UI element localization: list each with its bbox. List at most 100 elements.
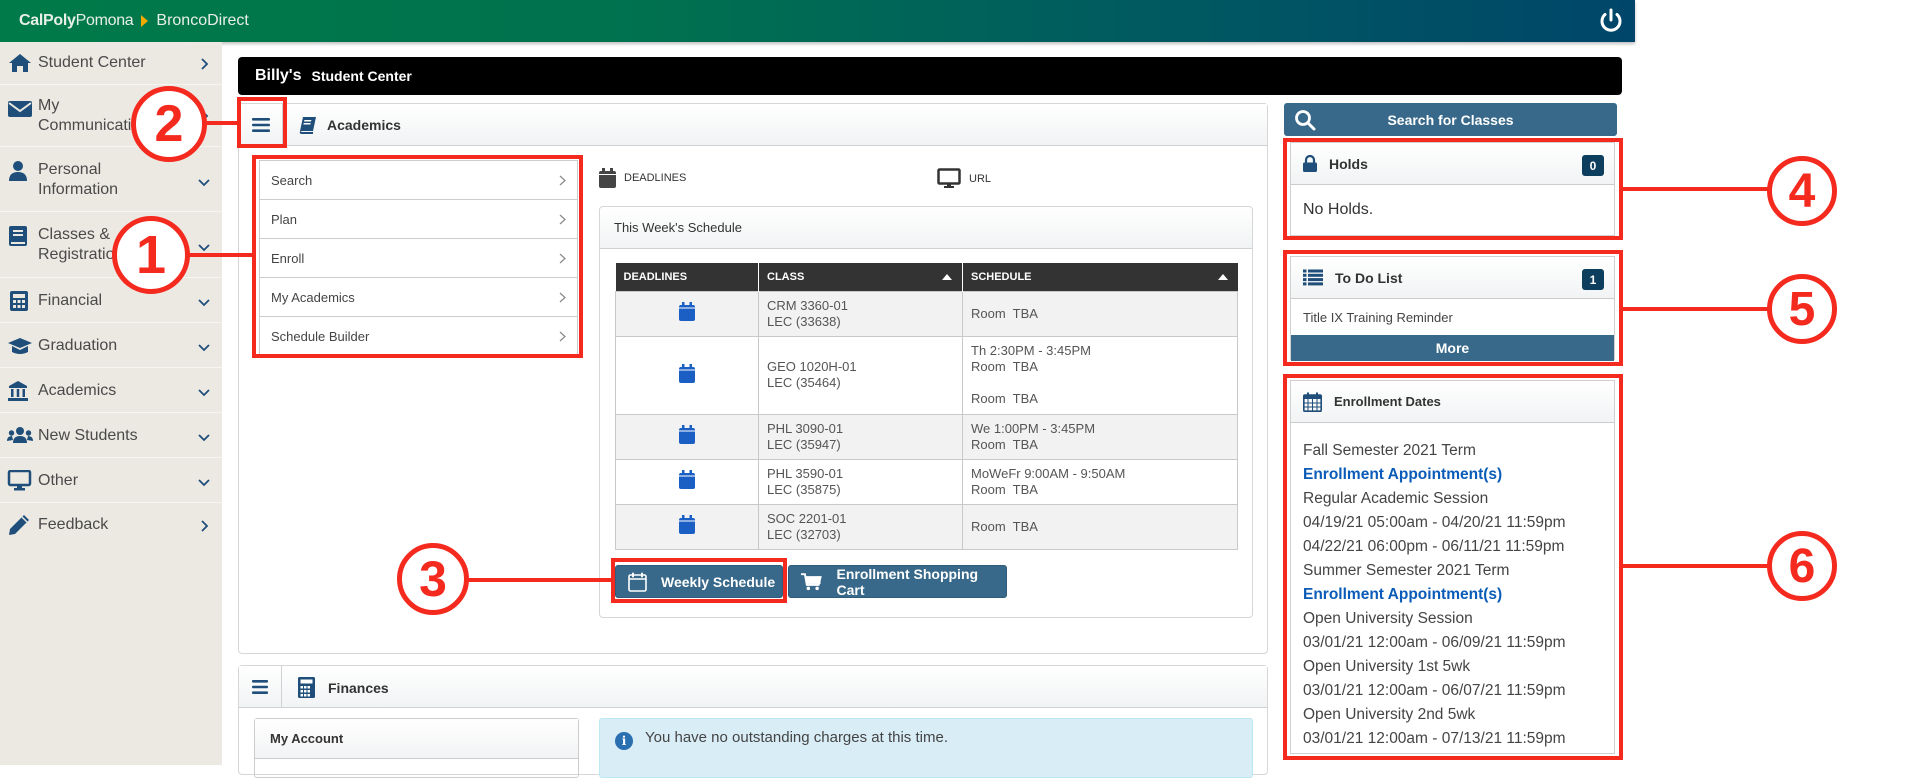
users-icon xyxy=(7,427,33,443)
schedule-cell: Room TBA xyxy=(962,290,1238,337)
menu-item-plan[interactable]: Plan xyxy=(260,200,577,239)
brand-logo[interactable]: CalPolyPomona BroncoDirect xyxy=(19,12,249,30)
chevron-down-icon xyxy=(198,389,210,397)
academics-title: Academics xyxy=(327,117,401,133)
todo-more-button[interactable]: More xyxy=(1291,335,1614,361)
sidebar-item-classes-registration[interactable]: Classes & Registration xyxy=(0,213,222,278)
desktop-icon xyxy=(937,168,961,188)
calendar-outline-icon xyxy=(628,572,647,592)
sidebar-item-financial[interactable]: Financial xyxy=(0,279,222,323)
url-link[interactable]: URL xyxy=(937,168,991,189)
enrollment-date-line: Regular Academic Session xyxy=(1303,490,1489,507)
enrollment-appointments-link[interactable]: Enrollment Appointment(s) xyxy=(1303,463,1602,487)
academics-menu-toggle[interactable] xyxy=(239,104,283,146)
chevron-down-icon xyxy=(198,434,210,442)
deadline-cell[interactable] xyxy=(615,290,759,337)
class-cell: CRM 3360-01 LEC (33638) xyxy=(758,290,963,337)
menu-item-label: My Academics xyxy=(271,289,355,305)
menu-item-my-academics[interactable]: My Academics xyxy=(260,278,577,317)
finances-title: Finances xyxy=(328,680,389,696)
schedule-line: Room TBA xyxy=(971,436,1038,452)
sidebar-item-label: Graduation xyxy=(38,337,118,354)
enrollment-date-line: Open University 1st 5wk xyxy=(1303,658,1471,675)
annotation-line-4 xyxy=(1621,187,1771,191)
holds-count-badge: 0 xyxy=(1582,155,1604,176)
enrollment-date-line: 04/19/21 05:00am - 04/20/21 11:59pm xyxy=(1303,514,1566,531)
deadline-cell[interactable] xyxy=(615,335,759,415)
search-for-classes-button[interactable]: Search for Classes xyxy=(1284,103,1617,136)
deadlines-link[interactable]: DEADLINES xyxy=(599,168,686,188)
student-name: Billy's xyxy=(255,67,302,84)
weekly-schedule-button[interactable]: Weekly Schedule xyxy=(615,565,783,598)
sidebar-item-other[interactable]: Other xyxy=(0,459,222,503)
university-icon xyxy=(8,381,28,401)
sort-asc-icon[interactable] xyxy=(942,274,952,280)
class-component: LEC (35875) xyxy=(767,481,841,497)
schedule-row: CRM 3360-01 LEC (33638) Room TBA xyxy=(615,290,1238,337)
sidebar-item-my-communications[interactable]: My Communications xyxy=(0,86,222,147)
schedule-cell: Th 2:30PM - 3:45PM Room TBA Room TBA xyxy=(962,335,1238,415)
sidebar-item-graduation[interactable]: Graduation xyxy=(0,324,222,368)
chevron-right-icon xyxy=(201,58,209,70)
class-cell: SOC 2201-01 LEC (32703) xyxy=(758,503,963,550)
enrollment-date-line: Fall Semester 2021 Term xyxy=(1303,442,1476,459)
annotation-marker-6: 6 xyxy=(1767,531,1837,601)
schedule-line: Room TBA xyxy=(971,305,1038,321)
col-class[interactable]: CLASS xyxy=(758,263,963,291)
schedule-row: PHL 3590-01 LEC (35875) MoWeFr 9:00AM - 9:… xyxy=(615,458,1238,505)
breadcrumb-arrow-icon xyxy=(141,15,149,27)
calendar-icon[interactable] xyxy=(679,302,695,321)
deadline-cell[interactable] xyxy=(615,413,759,460)
schedule-line xyxy=(971,375,975,390)
shopping-cart-icon xyxy=(801,572,822,590)
academics-menu: Search Plan Enroll My Academics Schedule… xyxy=(259,160,578,357)
annotation-line-5 xyxy=(1621,307,1771,311)
class-cell: PHL 3590-01 LEC (35875) xyxy=(758,458,963,505)
sidebar-item-personal-information[interactable]: Personal Information xyxy=(0,148,222,212)
sidebar-item-label: Classes & Registration xyxy=(38,226,124,263)
enrollment-date-line: Summer Semester 2021 Term xyxy=(1303,562,1510,579)
power-icon[interactable] xyxy=(1597,7,1625,35)
my-account-header[interactable]: My Account xyxy=(255,719,578,759)
sidebar-item-academics[interactable]: Academics xyxy=(0,369,222,413)
deadline-cell[interactable] xyxy=(615,458,759,505)
col-deadlines: DEADLINES xyxy=(615,263,759,291)
sidebar-item-label: My Communications xyxy=(38,97,158,134)
col-schedule[interactable]: SCHEDULE xyxy=(962,263,1238,291)
calculator-icon xyxy=(10,291,28,311)
enrollment-shopping-cart-button[interactable]: Enrollment Shopping Cart xyxy=(788,565,1007,598)
schedule-line: MoWeFr 9:00AM - 9:50AM xyxy=(971,465,1126,481)
finances-menu-toggle[interactable] xyxy=(239,666,282,708)
graduation-cap-icon xyxy=(8,338,32,354)
sidebar-item-feedback[interactable]: Feedback xyxy=(0,504,222,548)
enrollment-date-line: 03/01/21 12:00am - 06/07/21 11:59pm xyxy=(1303,682,1566,699)
sidebar-item-label: Student Center xyxy=(38,54,146,71)
menu-item-schedule-builder[interactable]: Schedule Builder xyxy=(260,317,577,356)
book-icon xyxy=(299,117,316,134)
sidebar-item-student-center[interactable]: Student Center xyxy=(0,42,222,85)
menu-item-label: Schedule Builder xyxy=(271,329,370,344)
home-icon xyxy=(9,54,31,72)
deadline-cell[interactable] xyxy=(615,503,759,550)
calendar-icon[interactable] xyxy=(679,470,695,489)
sidebar-item-new-students[interactable]: New Students xyxy=(0,414,222,458)
schedule-line: Room TBA xyxy=(971,391,1038,406)
weekly-schedule-label: Weekly Schedule xyxy=(661,573,776,590)
chevron-right-icon xyxy=(559,331,566,342)
calendar-icon[interactable] xyxy=(679,515,695,534)
url-label: URL xyxy=(969,172,992,185)
sidebar-item-label: Feedback xyxy=(38,516,109,533)
sort-asc-icon[interactable] xyxy=(1217,274,1228,280)
app-name: BroncoDirect xyxy=(156,12,249,29)
hamburger-icon xyxy=(252,680,268,694)
calendar-icon[interactable] xyxy=(679,425,695,444)
chevron-down-icon xyxy=(198,179,210,187)
menu-item-search[interactable]: Search xyxy=(260,161,577,200)
calendar-icon[interactable] xyxy=(679,363,695,383)
menu-item-enroll[interactable]: Enroll xyxy=(260,239,577,278)
enrollment-appointments-link[interactable]: Enrollment Appointment(s) xyxy=(1303,583,1602,607)
todo-item[interactable]: Title IX Training Reminder xyxy=(1291,299,1614,335)
enrollment-date-line: 03/01/21 12:00am - 07/13/21 11:59pm xyxy=(1303,730,1566,747)
menu-item-label: Plan xyxy=(271,211,298,227)
enrollment-date-line: 04/22/21 06:00pm - 06/11/21 11:59pm xyxy=(1303,538,1565,555)
